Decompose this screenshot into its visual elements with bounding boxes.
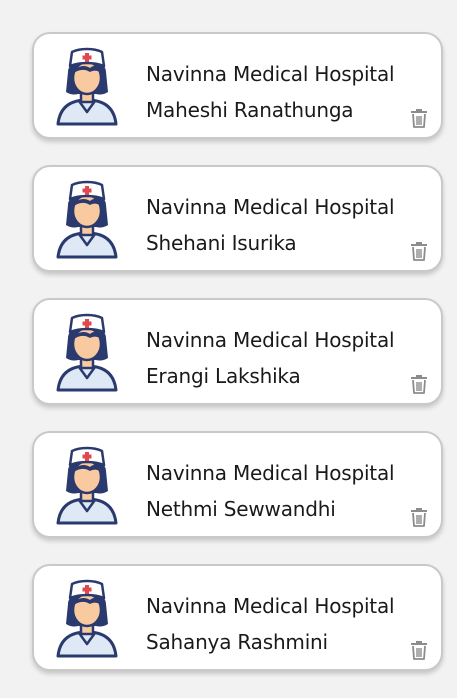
nurse-avatar-icon [56, 180, 118, 259]
nurse-card[interactable]: Navinna Medical Hospital Shehani Isurika [32, 165, 443, 272]
nurse-name: Maheshi Ranathunga [146, 98, 354, 122]
nurse-avatar-icon [56, 313, 118, 392]
nurse-avatar-icon [56, 579, 118, 658]
hospital-name: Navinna Medical Hospital [146, 62, 395, 86]
trash-icon[interactable] [410, 241, 428, 261]
nurse-avatar-icon [56, 47, 118, 126]
nurse-name: Erangi Lakshika [146, 364, 301, 388]
trash-icon[interactable] [410, 108, 428, 128]
hospital-name: Navinna Medical Hospital [146, 461, 395, 485]
trash-icon[interactable] [410, 374, 428, 394]
nurse-card[interactable]: Navinna Medical Hospital Erangi Lakshika [32, 298, 443, 405]
nurse-card[interactable]: Navinna Medical Hospital Maheshi Ranathu… [32, 32, 443, 139]
nurse-avatar-icon [56, 446, 118, 525]
nurse-name: Shehani Isurika [146, 231, 297, 255]
nurse-list: Navinna Medical Hospital Maheshi Ranathu… [32, 32, 443, 697]
trash-icon[interactable] [410, 640, 428, 660]
nurse-name: Nethmi Sewwandhi [146, 497, 336, 521]
nurse-name: Sahanya Rashmini [146, 630, 328, 654]
hospital-name: Navinna Medical Hospital [146, 594, 395, 618]
trash-icon[interactable] [410, 507, 428, 527]
hospital-name: Navinna Medical Hospital [146, 195, 395, 219]
hospital-name: Navinna Medical Hospital [146, 328, 395, 352]
nurse-card[interactable]: Navinna Medical Hospital Sahanya Rashmin… [32, 564, 443, 671]
nurse-card[interactable]: Navinna Medical Hospital Nethmi Sewwandh… [32, 431, 443, 538]
